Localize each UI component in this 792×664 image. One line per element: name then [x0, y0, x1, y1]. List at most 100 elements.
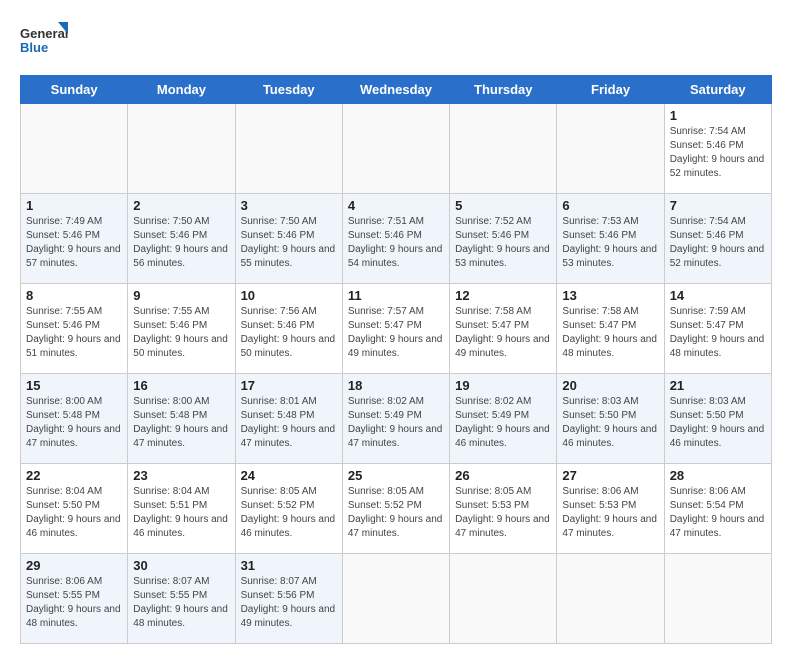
day-number: 19 [455, 378, 551, 393]
calendar-cell [450, 554, 557, 644]
calendar-cell: 17 Sunrise: 8:01 AMSunset: 5:48 PMDayligh… [235, 374, 342, 464]
header-row: SundayMondayTuesdayWednesdayThursdayFrid… [21, 76, 772, 104]
header-day-sunday: Sunday [21, 76, 128, 104]
calendar-cell: 9Sunrise: 7:55 AMSunset: 5:46 PMDaylight… [128, 284, 235, 374]
day-number: 7 [670, 198, 766, 213]
header-day-friday: Friday [557, 76, 664, 104]
calendar-cell [342, 104, 449, 194]
logo: General Blue [20, 20, 70, 65]
calendar-cell: 11Sunrise: 7:57 AMSunset: 5:47 PMDayligh… [342, 284, 449, 374]
header: General Blue [20, 20, 772, 65]
day-number: 26 [455, 468, 551, 483]
calendar-header: SundayMondayTuesdayWednesdayThursdayFrid… [21, 76, 772, 104]
calendar-cell: 20 Sunrise: 8:03 AMSunset: 5:50 PMDayligh… [557, 374, 664, 464]
day-number: 31 [241, 558, 337, 573]
cell-info: Sunrise: 7:53 AMSunset: 5:46 PMDaylight:… [562, 215, 658, 271]
header-day-monday: Monday [128, 76, 235, 104]
cell-info: Sunrise: 7:54 AMSunset: 5:46 PMDaylight:… [670, 125, 766, 181]
cell-info: Sunrise: 8:05 AMSunset: 5:52 PMDaylight:… [241, 485, 337, 541]
calendar-cell: 2Sunrise: 7:50 AMSunset: 5:46 PMDaylight… [128, 194, 235, 284]
cell-info: Sunrise: 8:02 AMSunset: 5:49 PMDaylight:… [348, 395, 444, 451]
day-number: 5 [455, 198, 551, 213]
calendar-cell: 24 Sunrise: 8:05 AMSunset: 5:52 PMDayligh… [235, 464, 342, 554]
cell-info: Sunrise: 8:02 AMSunset: 5:49 PMDaylight:… [455, 395, 551, 451]
day-number: 25 [348, 468, 444, 483]
cell-info: Sunrise: 8:06 AMSunset: 5:54 PMDaylight:… [670, 485, 766, 541]
header-day-wednesday: Wednesday [342, 76, 449, 104]
cell-info: Sunrise: 7:56 AMSunset: 5:46 PMDaylight:… [241, 305, 337, 361]
day-number: 18 [348, 378, 444, 393]
calendar-cell: 27 Sunrise: 8:06 AMSunset: 5:53 PMDayligh… [557, 464, 664, 554]
day-number: 23 [133, 468, 229, 483]
cell-info: Sunrise: 7:59 AMSunset: 5:47 PMDaylight:… [670, 305, 766, 361]
day-number: 9 [133, 288, 229, 303]
cell-info: Sunrise: 7:49 AMSunset: 5:46 PMDaylight:… [26, 215, 122, 271]
day-number: 8 [26, 288, 122, 303]
calendar-cell [235, 104, 342, 194]
calendar-cell: 21Sunrise: 8:03 AMSunset: 5:50 PMDayligh… [664, 374, 771, 464]
calendar-cell: 4 Sunrise: 7:51 AMSunset: 5:46 PMDaylight… [342, 194, 449, 284]
svg-text:Blue: Blue [20, 40, 48, 55]
calendar-cell: 3 Sunrise: 7:50 AMSunset: 5:46 PMDaylight… [235, 194, 342, 284]
header-day-thursday: Thursday [450, 76, 557, 104]
day-number: 21 [670, 378, 766, 393]
calendar-week-row: 15Sunrise: 8:00 AMSunset: 5:48 PMDayligh… [21, 374, 772, 464]
day-number: 6 [562, 198, 658, 213]
day-number: 10 [241, 288, 337, 303]
cell-info: Sunrise: 7:54 AMSunset: 5:46 PMDaylight:… [670, 215, 766, 271]
calendar-cell [664, 554, 771, 644]
day-number: 1 [26, 198, 122, 213]
calendar-cell: 7 Sunrise: 7:54 AMSunset: 5:46 PMDaylight… [664, 194, 771, 284]
cell-info: Sunrise: 8:05 AMSunset: 5:53 PMDaylight:… [455, 485, 551, 541]
day-number: 27 [562, 468, 658, 483]
cell-info: Sunrise: 8:03 AMSunset: 5:50 PMDaylight:… [562, 395, 658, 451]
cell-info: Sunrise: 8:04 AMSunset: 5:51 PMDaylight:… [133, 485, 229, 541]
calendar-cell [128, 104, 235, 194]
cell-info: Sunrise: 7:52 AMSunset: 5:46 PMDaylight:… [455, 215, 551, 271]
cell-info: Sunrise: 7:51 AMSunset: 5:46 PMDaylight:… [348, 215, 444, 271]
day-number: 20 [562, 378, 658, 393]
calendar-week-row: 8 Sunrise: 7:55 AMSunset: 5:46 PMDaylight… [21, 284, 772, 374]
day-number: 3 [241, 198, 337, 213]
day-number: 30 [133, 558, 229, 573]
day-number: 17 [241, 378, 337, 393]
day-number: 28 [670, 468, 766, 483]
cell-info: Sunrise: 8:00 AMSunset: 5:48 PMDaylight:… [26, 395, 122, 451]
calendar-cell: 15Sunrise: 8:00 AMSunset: 5:48 PMDayligh… [21, 374, 128, 464]
cell-info: Sunrise: 7:50 AMSunset: 5:46 PMDaylight:… [241, 215, 337, 271]
cell-info: Sunrise: 7:57 AMSunset: 5:47 PMDaylight:… [348, 305, 444, 361]
day-number: 4 [348, 198, 444, 213]
cell-info: Sunrise: 8:06 AMSunset: 5:53 PMDaylight:… [562, 485, 658, 541]
calendar-cell: 16Sunrise: 8:00 AMSunset: 5:48 PMDayligh… [128, 374, 235, 464]
day-number: 12 [455, 288, 551, 303]
calendar-table: SundayMondayTuesdayWednesdayThursdayFrid… [20, 75, 772, 644]
calendar-cell [21, 104, 128, 194]
calendar-cell: 12Sunrise: 7:58 AMSunset: 5:47 PMDayligh… [450, 284, 557, 374]
cell-info: Sunrise: 8:07 AMSunset: 5:55 PMDaylight:… [133, 575, 229, 631]
day-number: 24 [241, 468, 337, 483]
calendar-body: 1 Sunrise: 7:54 AMSunset: 5:46 PMDaylight… [21, 104, 772, 644]
cell-info: Sunrise: 8:07 AMSunset: 5:56 PMDaylight:… [241, 575, 337, 631]
svg-text:General: General [20, 26, 68, 41]
calendar-cell: 29Sunrise: 8:06 AMSunset: 5:55 PMDayligh… [21, 554, 128, 644]
calendar-cell: 31 Sunrise: 8:07 AMSunset: 5:56 PMDayligh… [235, 554, 342, 644]
day-number: 29 [26, 558, 122, 573]
cell-info: Sunrise: 8:00 AMSunset: 5:48 PMDaylight:… [133, 395, 229, 451]
calendar-cell: 14Sunrise: 7:59 AMSunset: 5:47 PMDayligh… [664, 284, 771, 374]
calendar-cell: 22 Sunrise: 8:04 AMSunset: 5:50 PMDayligh… [21, 464, 128, 554]
day-number: 2 [133, 198, 229, 213]
cell-info: Sunrise: 8:01 AMSunset: 5:48 PMDaylight:… [241, 395, 337, 451]
calendar-cell: 26 Sunrise: 8:05 AMSunset: 5:53 PMDayligh… [450, 464, 557, 554]
cell-info: Sunrise: 7:55 AMSunset: 5:46 PMDaylight:… [26, 305, 122, 361]
calendar-cell [557, 104, 664, 194]
day-number: 22 [26, 468, 122, 483]
header-day-tuesday: Tuesday [235, 76, 342, 104]
calendar-cell: 5 Sunrise: 7:52 AMSunset: 5:46 PMDaylight… [450, 194, 557, 284]
calendar-cell [450, 104, 557, 194]
calendar-cell: 13Sunrise: 7:58 AMSunset: 5:47 PMDayligh… [557, 284, 664, 374]
day-number: 13 [562, 288, 658, 303]
calendar-week-row: 29Sunrise: 8:06 AMSunset: 5:55 PMDayligh… [21, 554, 772, 644]
cell-info: Sunrise: 8:04 AMSunset: 5:50 PMDaylight:… [26, 485, 122, 541]
calendar-cell: 23 Sunrise: 8:04 AMSunset: 5:51 PMDayligh… [128, 464, 235, 554]
calendar-cell: 8 Sunrise: 7:55 AMSunset: 5:46 PMDaylight… [21, 284, 128, 374]
